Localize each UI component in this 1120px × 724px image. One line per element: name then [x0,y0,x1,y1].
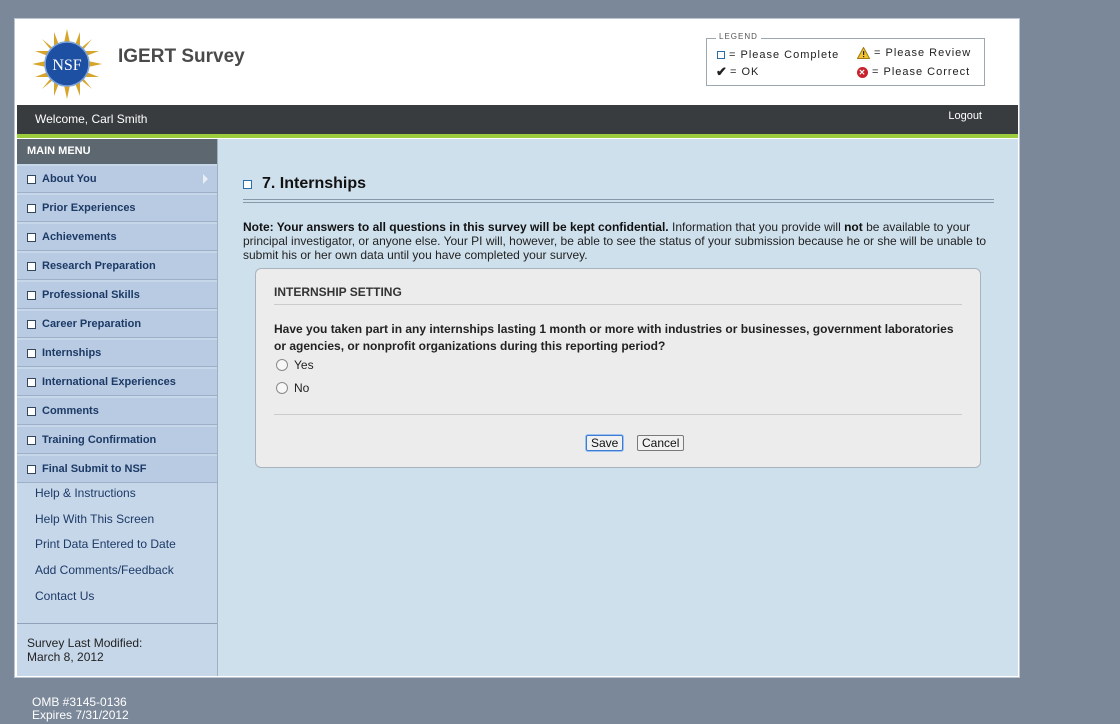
sidebar-item-professional-skills[interactable]: Professional Skills [17,282,217,309]
last-modified: Survey Last Modified: March 8, 2012 [27,636,142,664]
section-divider [274,304,962,305]
main-menu-title: MAIN MENU [17,139,217,164]
legend-please-correct: ✕ = Please Correct [857,66,971,78]
title-divider [243,199,994,203]
sidebar-item-achievements[interactable]: Achievements [17,224,217,251]
help-instructions-link[interactable]: Help & Instructions [35,486,176,512]
status-checkbox-icon [243,179,252,189]
sidebar-item-final-submit[interactable]: Final Submit to NSF [17,456,217,483]
empty-checkbox-icon [717,51,725,59]
status-checkbox-icon [27,464,36,474]
sidebar-item-international-experiences[interactable]: International Experiences [17,369,217,396]
legend: LEGEND = Please Complete = Please Review… [706,32,985,86]
confidentiality-note: Note: Your answers to all questions in t… [243,220,987,262]
header: NSF IGERT Survey LEGEND = Please Complet… [15,19,1019,105]
legend-please-review: = Please Review [857,47,971,59]
sidebar-item-comments[interactable]: Comments [17,398,217,425]
sidebar-item-internships[interactable]: Internships [17,340,217,367]
survey-window: NSF IGERT Survey LEGEND = Please Complet… [14,18,1020,678]
section-title: INTERNSHIP SETTING [274,285,402,299]
error-icon: ✕ [857,66,868,78]
save-button[interactable]: Save [586,435,624,451]
status-checkbox-icon [27,290,36,300]
status-checkbox-icon [27,232,36,242]
sidebar: MAIN MENU About You Prior Experiences Ac… [17,139,218,676]
status-checkbox-icon [27,261,36,271]
status-checkbox-icon [27,348,36,358]
sidebar-item-about-you[interactable]: About You [17,166,217,193]
checkmark-icon: ✔ [716,64,728,79]
last-modified-label: Survey Last Modified: [27,636,143,650]
status-checkbox-icon [27,406,36,416]
footer: OMB #3145-0136 Expires 7/31/2012 [32,696,129,722]
welcome-text: Welcome, Carl Smith [35,112,148,126]
status-checkbox-icon [27,377,36,387]
status-checkbox-icon [27,174,36,184]
status-checkbox-icon [27,203,36,213]
logout-link[interactable]: Logout [948,110,982,122]
legend-ok: ✔ = OK [716,64,760,79]
page-title: 7. Internships [243,175,366,193]
legend-title: LEGEND [716,32,761,41]
help-this-screen-link[interactable]: Help With This Screen [35,512,176,538]
top-bar: Welcome, Carl Smith Logout [17,105,1018,138]
sidebar-item-training-confirmation[interactable]: Training Confirmation [17,427,217,454]
help-links: Help & Instructions Help With This Scree… [35,486,176,614]
sidebar-divider [17,623,217,624]
option-no[interactable]: No [276,381,309,395]
chevron-right-icon [203,174,208,184]
add-comments-link[interactable]: Add Comments/Feedback [35,563,176,589]
cancel-button[interactable]: Cancel [637,435,685,451]
option-yes[interactable]: Yes [276,358,314,372]
status-checkbox-icon [27,435,36,445]
question-text: Have you taken part in any internships l… [274,322,954,353]
expiry-date: Expires 7/31/2012 [32,708,129,722]
sidebar-item-research-preparation[interactable]: Research Preparation [17,253,217,280]
last-modified-date: March 8, 2012 [27,650,104,664]
main-content: 7. Internships Note: Your answers to all… [218,139,1018,676]
print-data-link[interactable]: Print Data Entered to Date [35,537,176,563]
sidebar-item-career-preparation[interactable]: Career Preparation [17,311,217,338]
sidebar-item-prior-experiences[interactable]: Prior Experiences [17,195,217,222]
nsf-logo: NSF [32,29,102,99]
radio-no[interactable] [276,382,288,394]
legend-please-complete: = Please Complete [717,49,839,61]
contact-us-link[interactable]: Contact Us [35,589,176,615]
panel-divider [274,414,962,415]
svg-text:NSF: NSF [52,57,81,74]
internship-setting-panel: INTERNSHIP SETTING Have you taken part i… [255,268,981,468]
warning-icon [857,47,870,59]
app-title: IGERT Survey [118,46,245,67]
radio-yes[interactable] [276,359,288,371]
status-checkbox-icon [27,319,36,329]
